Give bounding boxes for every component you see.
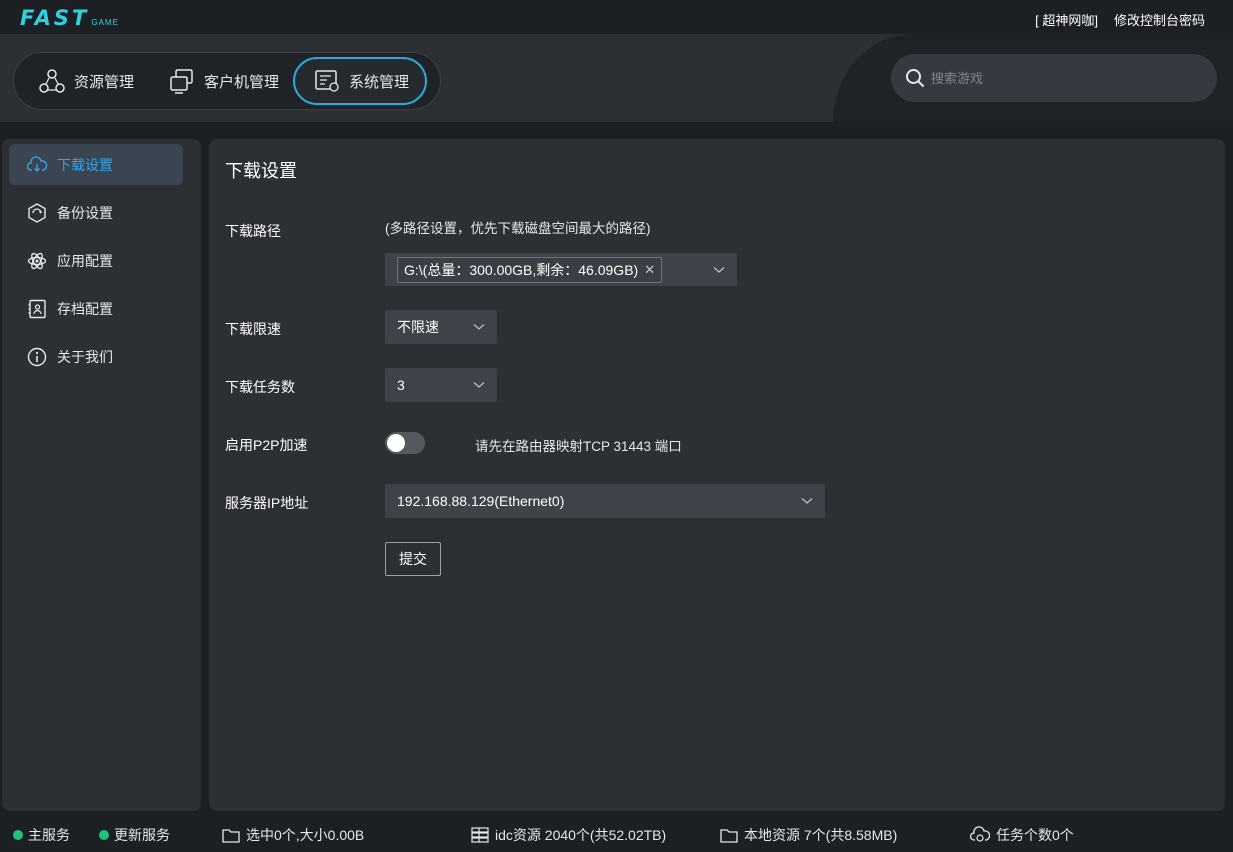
sidebar-item-backup[interactable]: 备份设置 — [9, 192, 183, 233]
sidebar-item-label: 应用配置 — [57, 252, 113, 269]
speed-limit-label: 下载限速 — [225, 321, 281, 337]
resources-icon — [39, 69, 65, 93]
status-bar: 主服务 更新服务 选中0个,大小0.00B idc资源 2040个(共52.02… — [0, 818, 1233, 852]
sidebar-item-label: 存档配置 — [57, 300, 113, 317]
tab-system-label: 系统管理 — [349, 73, 410, 91]
sidebar-item-archive[interactable]: 存档配置 — [9, 288, 183, 329]
sidebar-item-download[interactable]: 下载设置 — [9, 144, 183, 185]
sidebar-item-app-config[interactable]: 应用配置 — [9, 240, 183, 281]
selected-info: 选中0个,大小0.00B — [222, 825, 364, 845]
path-tag: G:\(总量：300.00GB,剩余：46.09GB) ✕ — [397, 256, 663, 283]
tab-resources[interactable]: 资源管理 — [18, 57, 148, 105]
chevron-down-icon — [713, 266, 725, 273]
folder-icon — [222, 828, 240, 843]
task-label: 任务个数0个 — [996, 827, 1074, 843]
download-path-select[interactable]: G:\(总量：300.00GB,剩余：46.09GB) ✕ — [385, 253, 737, 286]
server-ip-label: 服务器IP地址 — [225, 495, 309, 511]
p2p-label: 启用P2P加速 — [225, 437, 308, 453]
sidebar-item-label: 备份设置 — [57, 204, 113, 221]
update-service-status: 更新服务 — [99, 825, 170, 845]
task-count-value: 3 — [397, 377, 405, 393]
p2p-toggle[interactable] — [385, 432, 425, 454]
speed-limit-select[interactable]: 不限速 — [385, 310, 497, 344]
backup-icon — [28, 202, 46, 223]
download-path-hint: (多路径设置，优先下载磁盘空间最大的路径) — [385, 221, 651, 236]
idc-label: idc资源 2040个(共52.02TB) — [495, 827, 667, 843]
logo-text: FAST — [20, 6, 90, 30]
speed-limit-value: 不限速 — [397, 319, 439, 335]
logo-subtext: GAME — [91, 18, 119, 27]
selected-label: 选中0个,大小0.00B — [246, 827, 365, 843]
task-info: 任务个数0个 — [970, 825, 1074, 845]
cloud-sync-icon — [970, 826, 990, 842]
search-input[interactable] — [931, 70, 1191, 86]
status-dot — [99, 830, 109, 840]
task-count-select[interactable]: 3 — [385, 368, 497, 402]
p2p-hint: 请先在路由器映射TCP 31443 端口 — [475, 439, 682, 454]
sidebar-item-label: 关于我们 — [57, 348, 113, 365]
change-password-link[interactable]: 修改控制台密码 — [1114, 10, 1205, 29]
chevron-down-icon — [801, 498, 813, 504]
submit-button[interactable]: 提交 — [385, 542, 441, 576]
atom-icon — [27, 252, 47, 269]
search-icon — [906, 69, 924, 87]
server-ip-value: 192.168.88.129(Ethernet0) — [397, 493, 565, 509]
chevron-down-icon — [473, 382, 485, 388]
download-path-label: 下载路径 — [225, 223, 281, 239]
server-icon — [471, 827, 489, 843]
tab-system[interactable]: 系统管理 — [293, 57, 428, 105]
update-service-label: 更新服务 — [114, 827, 170, 843]
folder-icon — [720, 828, 738, 843]
main-service-status: 主服务 — [13, 825, 70, 845]
toggle-knob — [387, 434, 405, 452]
local-info: 本地资源 7个(共8.58MB) — [720, 825, 897, 845]
local-label: 本地资源 7个(共8.58MB) — [744, 827, 898, 843]
idc-info: idc资源 2040个(共52.02TB) — [471, 825, 666, 845]
app-logo: FAST GAME — [20, 6, 119, 30]
cloud-download-icon — [27, 155, 47, 172]
main-tabs: 资源管理 客户机管理 系统管理 — [13, 52, 441, 110]
sidebar-item-about[interactable]: 关于我们 — [9, 336, 183, 377]
tab-clients-label: 客户机管理 — [204, 73, 280, 91]
clients-icon — [170, 69, 193, 94]
close-icon[interactable]: ✕ — [644, 262, 655, 278]
task-count-label: 下载任务数 — [225, 379, 295, 395]
info-icon — [27, 347, 47, 366]
archive-icon — [28, 299, 46, 318]
path-tag-label: G:\(总量：300.00GB,剩余：46.09GB) — [404, 261, 639, 278]
system-icon — [315, 70, 339, 92]
page-title: 下载设置 — [225, 161, 297, 181]
settings-panel: 下载设置 下载路径 (多路径设置，优先下载磁盘空间最大的路径) G:\(总量：3… — [209, 139, 1225, 811]
tab-resources-label: 资源管理 — [74, 73, 135, 91]
main-service-label: 主服务 — [28, 827, 70, 843]
server-ip-select[interactable]: 192.168.88.129(Ethernet0) — [385, 484, 825, 518]
sidebar: 下载设置 备份设置 应用配置 存档配置 关于我们 — [2, 139, 201, 811]
status-dot — [13, 830, 23, 840]
search-box[interactable] — [891, 54, 1217, 102]
sidebar-item-label: 下载设置 — [57, 156, 113, 173]
header-links: [ 超神网咖] 修改控制台密码 — [1035, 10, 1205, 29]
cafe-name-link[interactable]: [ 超神网咖] — [1035, 10, 1098, 29]
chevron-down-icon — [473, 324, 485, 330]
tab-clients[interactable]: 客户机管理 — [148, 57, 293, 105]
